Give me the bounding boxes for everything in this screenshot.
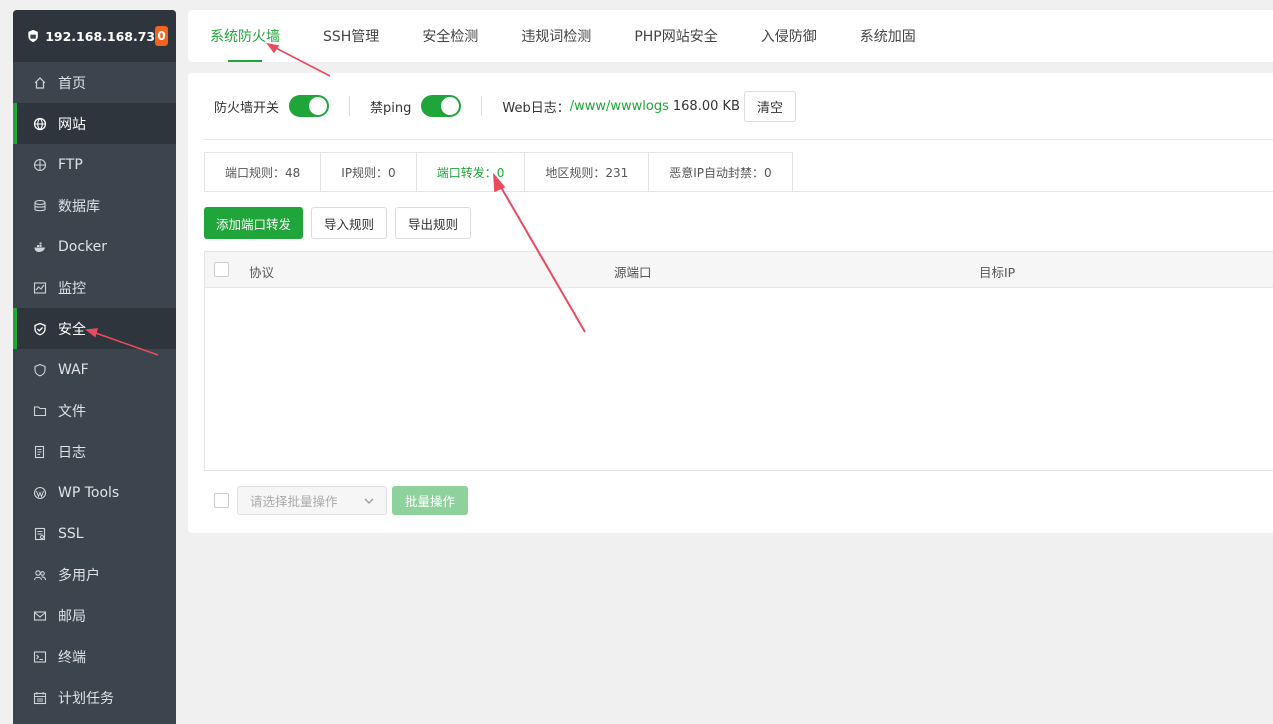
export-rules-button[interactable]: 导出规则 [395, 207, 472, 239]
add-port-forward-button[interactable]: 添加端口转发 [204, 207, 304, 239]
wordpress-icon [33, 486, 47, 500]
import-rules-button[interactable]: 导入规则 [311, 207, 388, 239]
docker-icon [33, 240, 47, 254]
port-forward-table: 协议 源端口 目标IP [204, 251, 1273, 471]
table-header: 协议 源端口 目标IP [205, 252, 1273, 288]
sidebar-item-label: FTP [58, 156, 83, 173]
notification-badge[interactable]: 0 [155, 26, 168, 46]
subtab-port-rules[interactable]: 端口规则：48 [205, 153, 322, 192]
weblog-path-link[interactable]: /www/wwwlogs [570, 99, 669, 114]
panel-logo-icon [28, 29, 38, 43]
firewall-toolbar: 防火墙开关 禁ping Web日志： /www/wwwlogs 168.00 K… [204, 73, 1273, 140]
log-file-icon [33, 445, 47, 459]
sidebar-item-security[interactable]: 安全 [13, 308, 176, 349]
tab-system-hardening[interactable]: 系统加固 [860, 10, 916, 62]
database-icon [33, 199, 47, 213]
tab-system-firewall[interactable]: 系统防火墙 [210, 10, 280, 62]
tab-php-security[interactable]: PHP网站安全 [634, 10, 717, 62]
firewall-toggle[interactable] [289, 95, 330, 117]
mail-icon [33, 609, 47, 623]
firewall-switch-label: 防火墙开关 [214, 100, 280, 116]
tab-security-check[interactable]: 安全检测 [422, 10, 478, 62]
weblog-size: 168.00 KB [672, 98, 740, 114]
sidebar-item-label: Docker [58, 238, 108, 255]
sidebar-item-label: 日志 [58, 444, 86, 461]
sidebar-item-label: 多用户 [58, 567, 100, 584]
firewall-panel: 防火墙开关 禁ping Web日志： /www/wwwlogs 168.00 K… [188, 73, 1273, 533]
globe-icon [33, 117, 47, 131]
rule-subtabs: 端口规则：48 IP规则：0 端口转发：0 地区规则：231 恶意IP自动封禁：… [204, 152, 793, 192]
sidebar-item-home[interactable]: 首页 [13, 62, 176, 103]
sidebar-item-terminal[interactable]: 终端 [13, 636, 176, 677]
sidebar-item-label: 计划任务 [58, 690, 114, 707]
server-header: 192.168.168.73 0 [13, 10, 176, 62]
batch-footer: 请选择批量操作 批量操作 [214, 486, 469, 515]
folder-icon [33, 404, 47, 418]
ping-switch-label: 禁ping [370, 100, 412, 116]
footer-select-checkbox[interactable] [214, 493, 229, 508]
security-tabbar: 系统防火墙 SSH管理 安全检测 违规词检测 PHP网站安全 入侵防御 系统加固 [188, 10, 1273, 62]
waf-shield-icon [33, 363, 47, 377]
sidebar-item-label: 终端 [58, 649, 86, 666]
sidebar-item-waf[interactable]: WAF [13, 349, 176, 390]
sidebar-item-label: 安全 [58, 321, 86, 338]
sidebar-item-logs[interactable]: 日志 [13, 431, 176, 472]
ping-toggle[interactable] [421, 95, 462, 117]
weblog-label: Web日志： [502, 100, 570, 116]
tab-ssh[interactable]: SSH管理 [323, 10, 379, 62]
subtab-malicious-ip-ban[interactable]: 恶意IP自动封禁：0 [649, 153, 792, 192]
sidebar-item-label: 首页 [58, 75, 86, 92]
sidebar-item-label: 数据库 [58, 198, 100, 215]
terminal-icon [33, 650, 47, 664]
sidebar-item-ssl[interactable]: SSL [13, 513, 176, 554]
batch-action-button[interactable]: 批量操作 [392, 486, 469, 515]
sidebar: 192.168.168.73 0 首页网站 FTP 数据库 Docker 监控安全 WAF… [13, 10, 176, 724]
sidebar-item-label: SSL [58, 525, 84, 542]
sidebar-item-monitor[interactable]: 监控 [13, 267, 176, 308]
ftp-globe-icon [33, 158, 47, 172]
sidebar-item-label: WP Tools [58, 484, 120, 501]
sidebar-item-label: WAF [58, 361, 89, 378]
sidebar-item-docker[interactable]: Docker [13, 226, 176, 267]
sidebar-item-files[interactable]: 文件 [13, 390, 176, 431]
sidebar-item-database[interactable]: 数据库 [13, 185, 176, 226]
column-target-ip[interactable]: 目标IP [979, 262, 1015, 281]
subtabs-divider [204, 191, 1273, 192]
subtab-port-forward[interactable]: 端口转发：0 [416, 153, 526, 192]
tab-violation-words[interactable]: 违规词检测 [521, 10, 591, 62]
subtab-region-rules[interactable]: 地区规则：231 [525, 153, 650, 192]
sidebar-item-ftp[interactable]: FTP [13, 144, 176, 185]
action-buttons: 添加端口转发 导入规则 导出规则 [204, 207, 479, 239]
sidebar-item-mail[interactable]: 邮局 [13, 595, 176, 636]
sidebar-item-cron[interactable]: 计划任务 [13, 677, 176, 718]
monitor-chart-icon [33, 281, 47, 295]
home-icon [33, 76, 47, 90]
batch-action-select[interactable]: 请选择批量操作 [237, 486, 387, 515]
subtab-ip-rules[interactable]: IP规则：0 [321, 153, 417, 192]
tab-intrusion-prevention[interactable]: 入侵防御 [761, 10, 817, 62]
certificate-icon [33, 527, 47, 541]
batch-select-placeholder: 请选择批量操作 [250, 494, 338, 509]
sidebar-item-label: 文件 [58, 403, 86, 420]
calendar-icon [33, 691, 47, 705]
divider [349, 96, 351, 116]
sidebar-item-label: 监控 [58, 280, 86, 297]
sidebar-item-website[interactable]: 网站 [13, 103, 176, 144]
server-ip: 192.168.168.73 [45, 28, 156, 44]
sidebar-item-label: 邮局 [58, 608, 86, 625]
column-protocol[interactable]: 协议 [249, 262, 274, 281]
sidebar-item-label: 网站 [58, 116, 86, 133]
chevron-down-icon [364, 498, 374, 504]
select-all-checkbox[interactable] [214, 262, 229, 277]
column-source-port[interactable]: 源端口 [614, 262, 652, 281]
sidebar-item-wp-tools[interactable]: WP Tools [13, 472, 176, 513]
divider [481, 96, 483, 116]
users-icon [33, 568, 47, 582]
shield-check-icon [33, 322, 47, 336]
sidebar-item-multi-user[interactable]: 多用户 [13, 554, 176, 595]
clear-log-button[interactable]: 清空 [743, 90, 796, 122]
